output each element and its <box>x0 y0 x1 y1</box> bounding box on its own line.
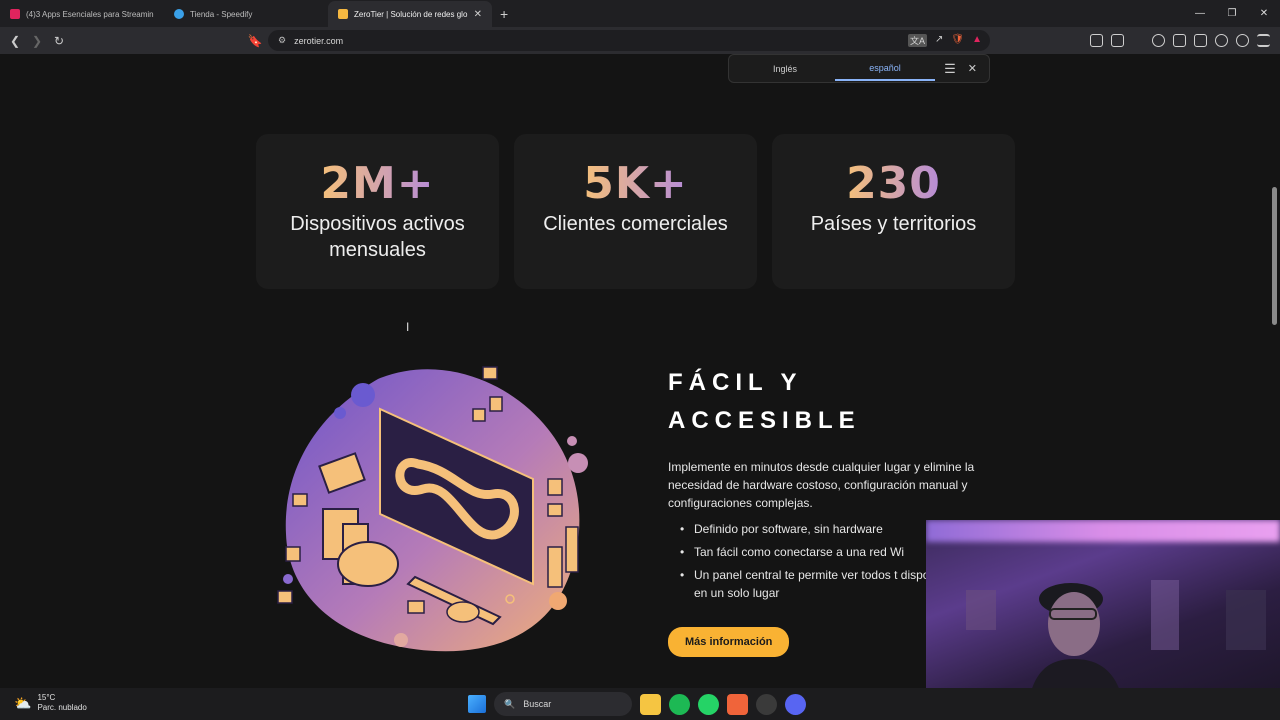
reload-icon[interactable]: ↻ <box>48 34 70 48</box>
stat-card: 2M+ Dispositivos activos mensuales <box>256 134 499 289</box>
translate-source-lang[interactable]: Inglés <box>735 58 835 80</box>
media-icon[interactable] <box>1152 34 1165 47</box>
stat-card: 230 Países y territorios <box>772 134 1015 289</box>
text-cursor-icon: I <box>406 320 410 334</box>
stats-cards: 2M+ Dispositivos activos mensuales 5K+ C… <box>256 134 1015 289</box>
browser-toolbar: ❮ ❯ ↻ 🔖 ⚙ zerotier.com 文A ↗ 🛡 ▲ <box>0 27 1280 54</box>
taskbar-apps: 🔍 Buscar <box>468 692 806 716</box>
stat-label: Clientes comerciales <box>543 213 728 235</box>
screenshot-icon[interactable] <box>1111 34 1124 47</box>
weather-description: Parc. nublado <box>37 703 87 712</box>
address-bar[interactable]: ⚙ zerotier.com 文A ↗ 🛡 ▲ <box>268 30 990 51</box>
restore-button[interactable]: ❐ <box>1216 0 1248 26</box>
extension-tools <box>1090 34 1270 47</box>
feature-title-line1: FÁCIL Y <box>668 369 803 396</box>
translate-close-icon[interactable]: ✕ <box>962 62 989 75</box>
stat-card: 5K+ Clientes comerciales <box>514 134 757 289</box>
close-window-button[interactable]: ✕ <box>1248 0 1280 26</box>
menu-icon[interactable] <box>1257 34 1270 47</box>
speedify-icon <box>174 9 184 19</box>
close-tab-icon[interactable]: ✕ <box>474 9 482 20</box>
file-explorer-icon[interactable] <box>640 693 661 715</box>
translate-icon[interactable]: 文A <box>907 34 927 47</box>
page-scrollbar[interactable] <box>1272 187 1277 325</box>
translate-menu-icon[interactable]: ☰ <box>938 61 962 77</box>
tab-title: ZeroTier | Solución de redes glo <box>354 9 468 19</box>
weather-temperature: 15°C <box>37 693 56 702</box>
stat-label: Dispositivos activos mensuales <box>290 213 465 261</box>
leo-ai-icon[interactable] <box>1215 34 1228 47</box>
whatsapp-icon[interactable] <box>698 693 719 715</box>
tab-speedify[interactable]: Tienda - Speedify <box>164 1 328 27</box>
extension-icon[interactable] <box>1090 34 1103 47</box>
tab-streaming[interactable]: (4)3 Apps Esenciales para Streaming <box>0 1 164 27</box>
feature-title: FÁCIL Y ACCESIBLE <box>668 364 1013 440</box>
spotify-icon[interactable] <box>669 693 690 715</box>
window-controls: — ❐ ✕ <box>1184 0 1280 26</box>
site-settings-icon[interactable]: ⚙ <box>278 35 286 46</box>
bookmark-icon[interactable]: 🔖 <box>244 34 266 48</box>
new-tab-button[interactable]: + <box>492 1 516 27</box>
stat-label: Países y territorios <box>810 213 977 235</box>
brave-browser-icon[interactable] <box>727 693 748 715</box>
taskbar-search[interactable]: 🔍 Buscar <box>494 692 632 716</box>
sidebar-icon[interactable] <box>1173 34 1186 47</box>
weather-widget[interactable]: ⛅ 15°C Parc. nublado <box>14 693 87 713</box>
zerotier-icon <box>338 9 348 19</box>
search-icon: 🔍 <box>504 698 516 709</box>
browser-tab-bar: (4)3 Apps Esenciales para Streaming Tien… <box>0 0 1280 27</box>
windows-taskbar: ⛅ 15°C Parc. nublado 🔍 Buscar <box>0 688 1280 720</box>
translate-bar: Inglés español ☰ ✕ <box>728 54 990 83</box>
network-illustration <box>277 366 588 652</box>
discord-icon[interactable] <box>785 693 806 715</box>
vpn-icon[interactable] <box>1236 34 1249 47</box>
stat-number: 2M+ <box>320 158 435 209</box>
wallet-icon[interactable] <box>1194 34 1207 47</box>
tab-title: Tienda - Speedify <box>190 9 253 19</box>
feature-description: Implemente en minutos desde cualquier lu… <box>668 460 975 510</box>
more-info-button[interactable]: Más información <box>668 627 790 657</box>
tab-title: (4)3 Apps Esenciales para Streaming <box>26 9 154 19</box>
stat-number: 5K+ <box>583 158 688 209</box>
forward-icon[interactable]: ❯ <box>26 34 48 48</box>
minimize-button[interactable]: — <box>1184 0 1216 26</box>
brave-rewards-icon[interactable]: ▲ <box>972 34 982 47</box>
stat-number: 230 <box>846 158 941 209</box>
brave-shield-icon[interactable]: 🛡 <box>951 34 964 47</box>
windows-start-icon[interactable] <box>468 695 486 713</box>
back-icon[interactable]: ❮ <box>4 34 26 48</box>
share-icon[interactable]: ↗ <box>935 34 943 47</box>
search-placeholder: Buscar <box>523 699 552 709</box>
chrome-icon[interactable] <box>756 693 777 715</box>
url-text: zerotier.com <box>294 35 344 46</box>
translate-target-lang[interactable]: español <box>835 57 935 81</box>
feature-title-line2: ACCESIBLE <box>668 407 861 434</box>
tiktok-icon <box>10 9 20 19</box>
cloud-sun-icon: ⛅ <box>14 695 32 711</box>
tab-zerotier[interactable]: ZeroTier | Solución de redes glo ✕ <box>328 1 492 27</box>
